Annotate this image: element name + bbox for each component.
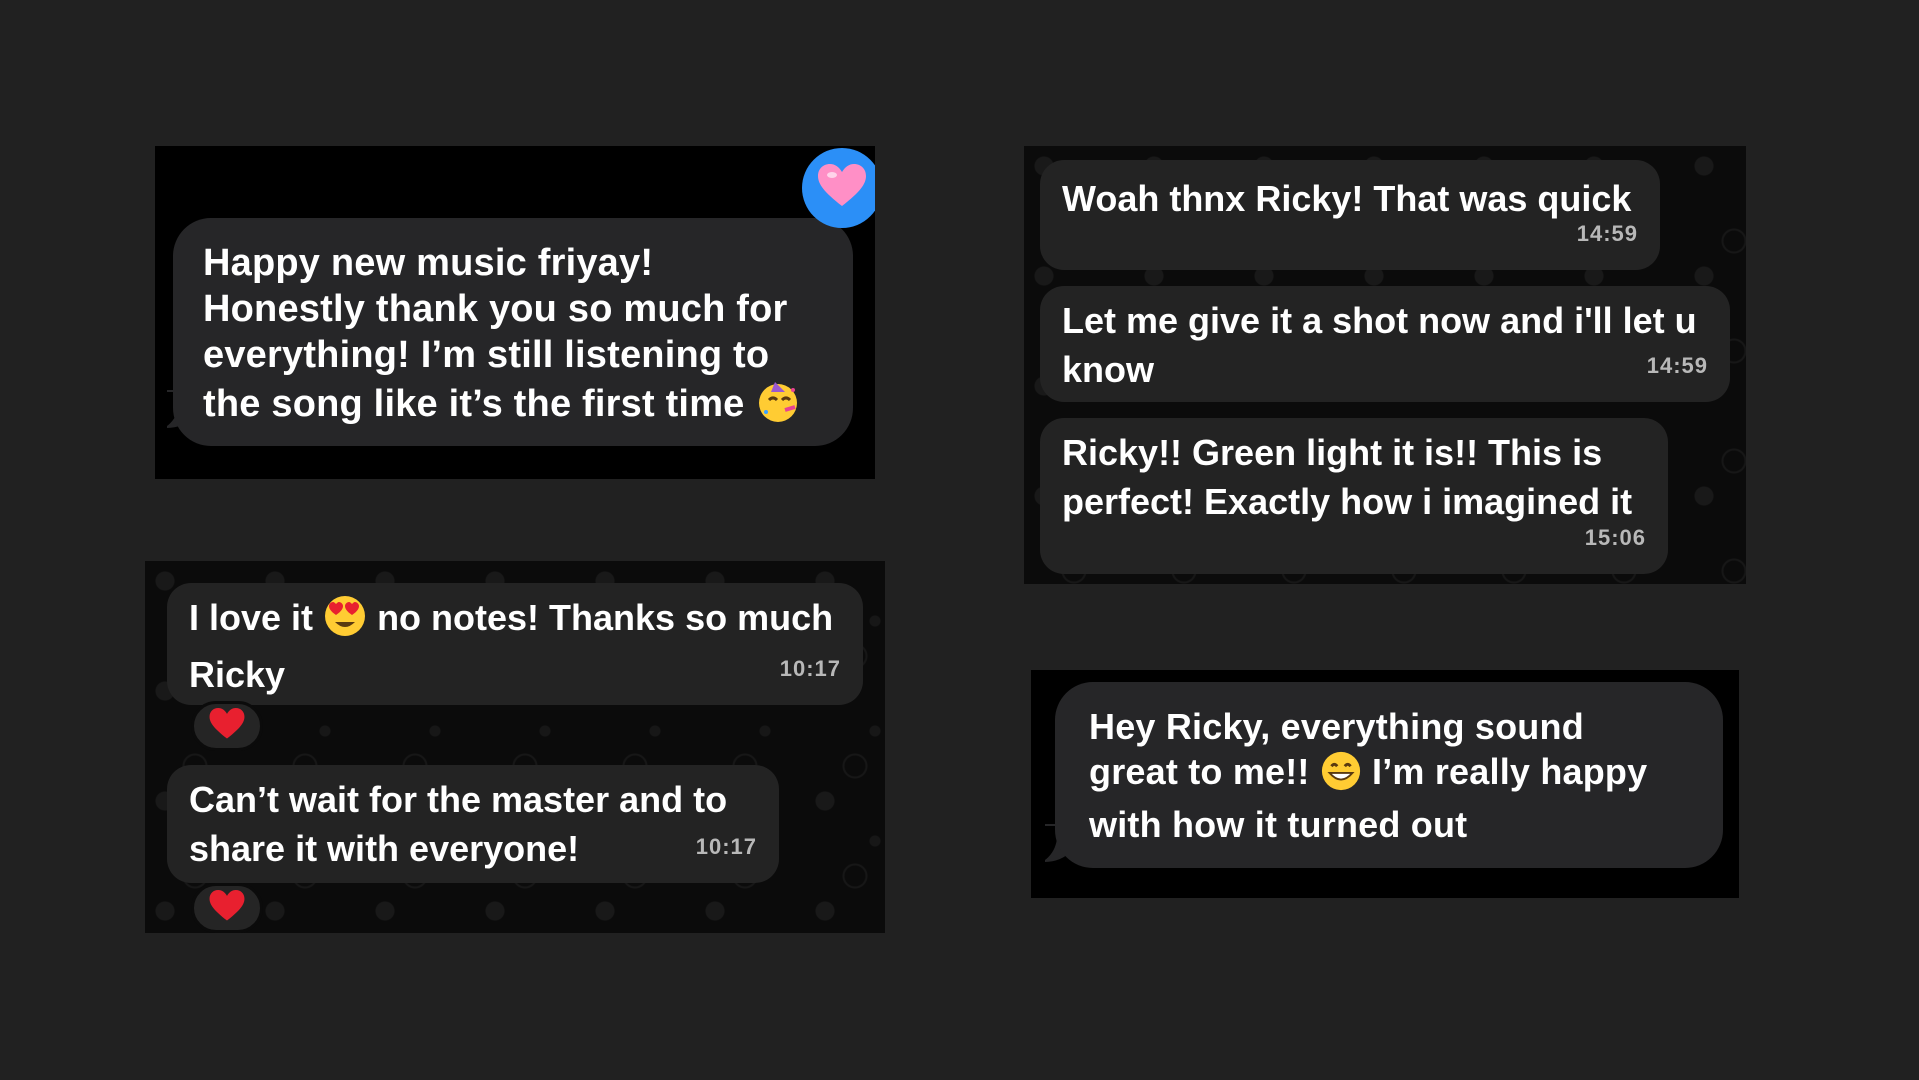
message-timestamp: 14:59 bbox=[1576, 221, 1638, 246]
message-bubble[interactable]: Can’t wait for the master and to share i… bbox=[167, 765, 779, 883]
message-text: I love it bbox=[189, 597, 314, 638]
heart-eyes-emoji bbox=[323, 594, 367, 650]
message-bubble[interactable]: Woah thnx Ricky! That was quick 14:59 bbox=[1040, 160, 1660, 270]
reaction-badge[interactable] bbox=[191, 883, 263, 933]
red-heart-icon bbox=[209, 707, 245, 745]
message-line: with how it turned out bbox=[1089, 804, 1468, 845]
message-bubble[interactable]: Let me give it a shot now and i'll let u… bbox=[1040, 286, 1730, 402]
message-line: I’m really happy bbox=[1372, 751, 1648, 792]
message-timestamp: 14:59 bbox=[1646, 353, 1708, 378]
message-text: Can’t wait for the master and to share i… bbox=[189, 779, 728, 869]
message-timestamp: 10:17 bbox=[695, 834, 757, 859]
message-bubble[interactable]: Ricky!! Green light it is!! This is perf… bbox=[1040, 418, 1668, 574]
message-line: great to me!! bbox=[1089, 751, 1310, 792]
tapback-reaction[interactable] bbox=[802, 148, 875, 228]
pink-heart-icon bbox=[818, 163, 866, 213]
message-line: Happy new music friyay! bbox=[203, 242, 654, 284]
message-line: the song like it’s the first time bbox=[203, 383, 745, 425]
message-line: Hey Ricky, everything sound bbox=[1089, 706, 1584, 747]
message-bubble[interactable]: I love it no notes! Thanks so much Ricky… bbox=[167, 583, 863, 705]
grinning-face-emoji bbox=[1320, 750, 1362, 802]
message-text: Ricky!! Green light it is!! This is perf… bbox=[1062, 432, 1633, 522]
message-timestamp: 10:17 bbox=[779, 656, 841, 681]
message-text: Let me give it a shot now and i'll let u… bbox=[1062, 300, 1697, 390]
message-line: everything! I’m still listening to bbox=[203, 334, 770, 376]
partying-face-emoji bbox=[755, 378, 801, 435]
imessage-panel-bottom: Hey Ricky, everything sound great to me!… bbox=[1031, 670, 1739, 898]
red-heart-icon bbox=[209, 889, 245, 927]
message-timestamp: 15:06 bbox=[1584, 525, 1646, 550]
message-bubble[interactable]: Hey Ricky, everything sound great to me!… bbox=[1055, 682, 1723, 868]
message-line: Honestly thank you so much for bbox=[203, 288, 788, 330]
message-bubble[interactable]: Happy new music friyay! Honestly thank y… bbox=[173, 218, 853, 446]
imessage-panel: Happy new music friyay! Honestly thank y… bbox=[155, 146, 875, 479]
reaction-badge[interactable] bbox=[191, 701, 263, 751]
message-text: Woah thnx Ricky! That was quick bbox=[1062, 178, 1632, 219]
whatsapp-panel-bottom: I love it no notes! Thanks so much Ricky… bbox=[145, 561, 885, 933]
whatsapp-panel-top: Woah thnx Ricky! That was quick 14:59 Le… bbox=[1024, 146, 1746, 584]
